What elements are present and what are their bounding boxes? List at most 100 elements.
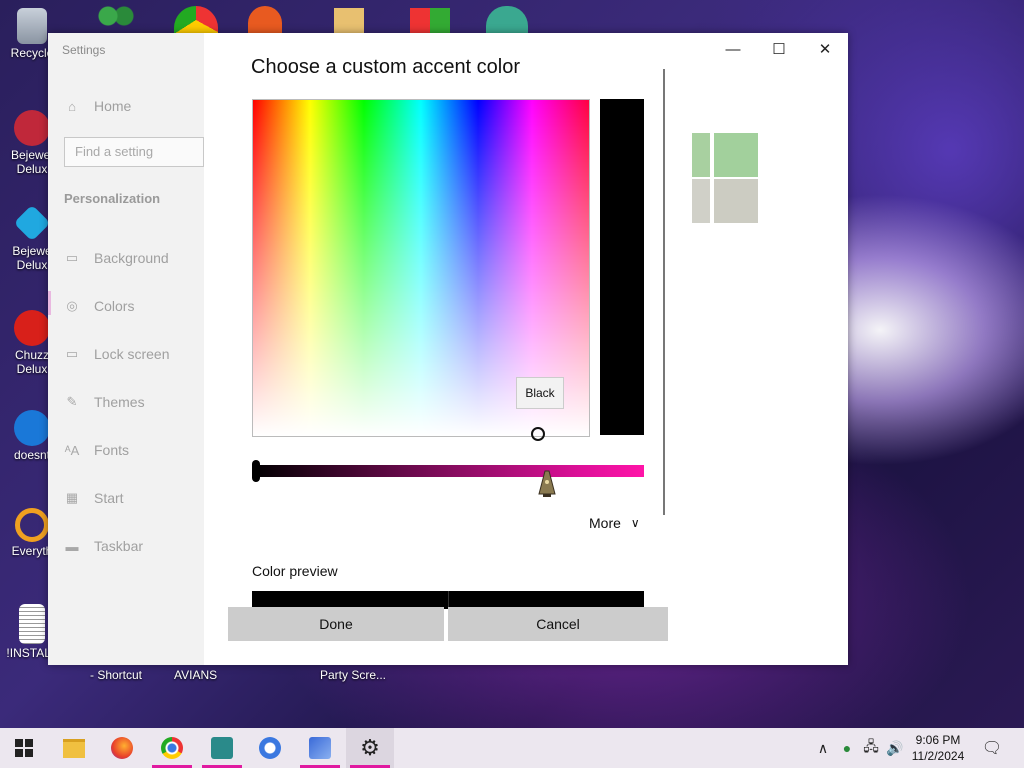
folder-icon (63, 738, 85, 758)
desktop-icon-chrome[interactable] (174, 6, 218, 34)
maximize-button[interactable]: ☐ (756, 33, 802, 65)
nav-label: Start (94, 490, 124, 506)
user-icon: ● (842, 740, 852, 756)
nav-label: Lock screen (94, 346, 170, 362)
close-button[interactable]: ✕ (802, 33, 848, 65)
section-title: Personalization (64, 191, 161, 206)
desktop-icon-label: doesnt (13, 448, 51, 462)
desktop-icon-avians[interactable] (486, 6, 528, 34)
speaker-icon: 🔊 (886, 739, 904, 756)
taskbar-firefox[interactable] (98, 728, 146, 768)
desktop-label-party: Party Scre... (320, 668, 387, 682)
settings-search-input[interactable]: Find a setting (64, 137, 204, 167)
palette-icon: ◎ (66, 298, 78, 313)
custom-color-dialog: Choose a custom accent color Black More … (204, 33, 692, 665)
taskbar-settings[interactable]: ⚙ (346, 728, 394, 768)
color-name-tooltip: Black (516, 377, 564, 409)
close-icon: ✕ (818, 41, 832, 58)
windows-logo-icon (15, 739, 33, 757)
image-icon: ▭ (65, 250, 79, 265)
maximize-icon: ☐ (772, 41, 786, 58)
bejeweled-icon (14, 110, 50, 146)
more-toggle[interactable]: More ∨ (589, 515, 640, 531)
dialog-title: Choose a custom accent color (251, 56, 521, 78)
nav-start[interactable]: ▦ Start (64, 486, 124, 510)
chuzzle-icon (14, 310, 50, 346)
nav-home-label: Home (94, 98, 132, 114)
show-hidden-icons-button[interactable]: ∧ (812, 728, 834, 768)
nav-label: Taskbar (94, 538, 144, 554)
clock-date: 11/2/2024 (911, 749, 965, 763)
app-title: Settings (62, 43, 106, 57)
volume-control[interactable]: 🔊 (884, 728, 906, 768)
app-icon (14, 410, 50, 446)
done-label: Done (319, 616, 353, 632)
taskbar: ⚙ ∧ ● 🖧 🔊 9:06 PM 11/2/2024 🗨 (0, 728, 1024, 768)
taskbar-visual-studio[interactable] (198, 728, 246, 768)
settings-sidebar: Settings ⌂ Home Find a setting Personali… (48, 33, 204, 665)
brightness-slider-thumb[interactable] (252, 460, 260, 482)
nav-taskbar[interactable]: ▬ Taskbar (64, 534, 144, 558)
nav-themes[interactable]: ✎ Themes (64, 390, 145, 414)
more-label: More (589, 515, 621, 531)
spectrum-selector-ring[interactable] (531, 427, 545, 441)
brightness-slider[interactable] (252, 465, 644, 477)
taskbar-icon: ▬ (65, 538, 79, 554)
nav-background[interactable]: ▭ Background (64, 246, 169, 270)
chevron-down-icon: ∨ (630, 516, 640, 530)
tray-user-app[interactable]: ● (836, 728, 858, 768)
vs-app-icon (211, 737, 233, 759)
desktop-icon-users[interactable] (96, 4, 136, 34)
network-status[interactable]: 🖧 (860, 728, 882, 768)
system-clock[interactable]: 9:06 PM 11/2/2024 (906, 732, 970, 764)
minimize-icon: — (725, 40, 741, 58)
color-swatch[interactable] (692, 179, 710, 223)
minimize-button[interactable]: — (710, 33, 756, 65)
color-swatch[interactable] (714, 133, 758, 177)
action-center-button[interactable]: 🗨 (976, 728, 1008, 768)
selected-indicator (48, 291, 51, 315)
notification-icon: 🗨 (981, 740, 1003, 757)
nav-lock-screen[interactable]: ▭ Lock screen (64, 342, 170, 366)
start-button[interactable] (0, 728, 48, 768)
taskbar-chrome[interactable] (148, 728, 196, 768)
network-app-icon (309, 737, 331, 759)
color-swatch[interactable] (714, 179, 758, 223)
taskbar-network-app[interactable] (296, 728, 344, 768)
brush-icon: ✎ (66, 394, 78, 409)
desktop-icon-party[interactable] (334, 8, 364, 34)
firefox-icon (111, 737, 133, 759)
selected-color-swatch (600, 99, 644, 435)
start-icon: ▦ (65, 490, 79, 505)
nav-label: Colors (94, 298, 135, 314)
desktop-icon-windows[interactable] (410, 8, 450, 34)
cancel-button[interactable]: Cancel (448, 607, 668, 641)
chrome-alt-icon (259, 737, 281, 759)
mouse-cursor-icon (538, 470, 556, 497)
desktop-label-shortcut: - Shortcut (90, 668, 143, 682)
taskbar-chrome-alt[interactable] (246, 728, 294, 768)
nav-fonts[interactable]: ᴬA Fonts (64, 438, 129, 462)
gear-icon: ⚙ (360, 735, 380, 760)
done-button[interactable]: Done (228, 607, 444, 641)
nav-home[interactable]: ⌂ Home (64, 94, 131, 118)
search-placeholder: Find a setting (75, 144, 154, 159)
color-preview-label: Color preview (252, 563, 338, 579)
dialog-scrollbar[interactable] (663, 69, 665, 515)
magnifier-icon (15, 508, 49, 542)
desktop-icon-app[interactable] (248, 6, 282, 34)
nav-label: Fonts (94, 442, 130, 458)
nav-colors[interactable]: ◎ Colors (64, 294, 134, 318)
taskbar-file-explorer[interactable] (50, 728, 98, 768)
desktop-label-avians: AVIANS (174, 668, 218, 682)
chrome-icon (161, 737, 183, 759)
chevron-up-icon: ∧ (817, 739, 829, 756)
gem-icon (13, 204, 51, 242)
desktop-icon-label: Recycle (10, 46, 54, 60)
color-swatch[interactable] (692, 133, 710, 177)
home-icon: ⌂ (68, 98, 76, 114)
fonts-icon: ᴬA (64, 442, 80, 458)
cancel-label: Cancel (536, 616, 580, 632)
network-icon: 🖧 (863, 738, 879, 754)
nav-label: Themes (94, 394, 145, 410)
